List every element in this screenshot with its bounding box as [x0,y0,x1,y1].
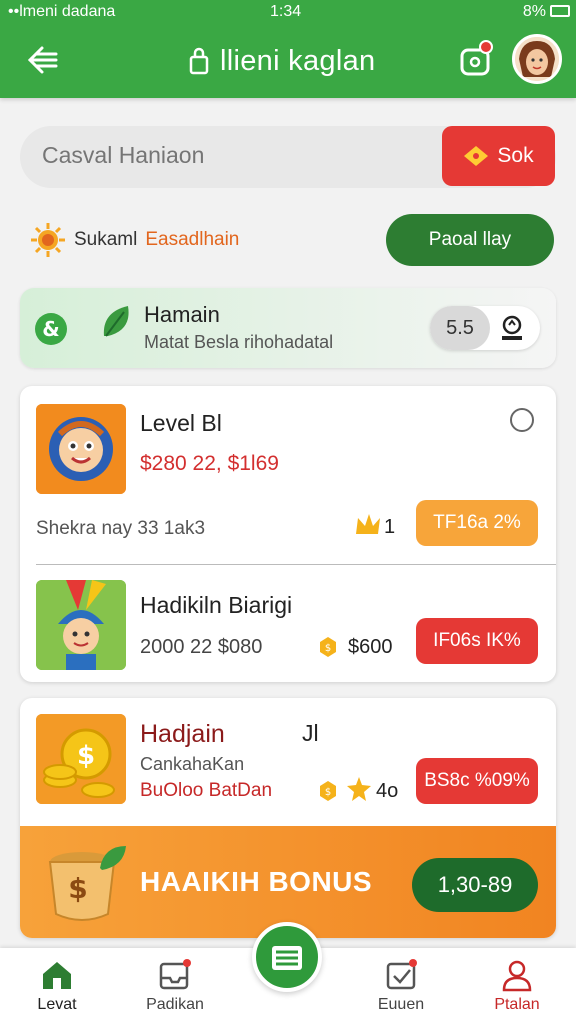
boy-character-icon [36,404,126,494]
wallet-icon [272,946,302,970]
discount-badge[interactable]: TF16a 2% [416,500,538,546]
game-amount: $600 [348,636,393,658]
inbox-icon [159,959,191,990]
coin-icon: $ [320,781,336,801]
game-list-card: Level Bl $280 22, $1l69 Shekra nay 33 1a… [20,386,556,682]
search-button-label: Sok [497,144,534,167]
crown-icon [356,514,380,534]
app-header: ••lmeni dadana 1:34 8% llieni kaglan [0,0,576,98]
nav-label: Padikan [146,996,204,1013]
page-title-wrap: llieni kaglan [188,44,375,78]
bonus-button[interactable]: 1,30-89 [412,858,538,912]
game-count: 1 [384,516,396,538]
back-button[interactable] [22,40,62,80]
spade-icon: & [35,313,67,345]
game-subtitle-highlight: BuOloo BatDan [140,780,273,801]
coins-icon: $ [36,714,126,804]
divider [36,564,556,565]
battery-label: 8% [522,3,546,20]
star-icon [347,777,371,801]
girl-character-icon [36,580,126,670]
featured-title: Hamain [144,302,220,327]
game-title: Level Bl [140,410,222,436]
discount-badge[interactable]: IF06s IK% [416,618,538,664]
promo-highlight: Easadlhain [145,229,240,250]
svg-text:&: & [42,317,59,341]
battery-icon [550,5,570,17]
coin-icon: $ [320,637,336,657]
nav-item-events[interactable]: Euuen [356,958,446,1014]
money-bag-icon: $ [48,846,126,921]
nav-label: Levat [37,996,77,1013]
game-thumbnail[interactable] [36,580,126,670]
avatar[interactable] [512,34,562,84]
game-title-suffix: Jl [302,720,319,746]
svg-text:$: $ [325,787,331,798]
nav-label: Euuen [377,996,425,1013]
nav-label: Ptalan [494,996,540,1013]
back-arrow-icon [27,46,58,74]
discount-badge[interactable]: BS8c %09% [416,758,538,804]
game-thumbnail[interactable] [36,404,126,494]
leaf-icon [103,306,129,337]
home-icon [43,962,71,989]
game-title: Hadjain [140,720,225,748]
clock: 1:34 [270,3,302,20]
promo-label: Sukaml [74,229,138,250]
rating-icon [496,312,528,344]
featured-subtitle: Matat Besla rihohadatal [144,332,334,352]
svg-text:$: $ [77,741,95,771]
user-avatar-icon [515,37,559,81]
page-title: llieni kaglan [220,44,376,77]
game-title: Hadikiln Biarigi [140,592,293,618]
status-bar: ••lmeni dadana 1:34 8% [0,0,576,26]
diamond-icon [464,146,489,166]
star-shield-icon [502,315,522,340]
search-input[interactable] [42,142,442,169]
game-price: $280 22, $1l69 [140,452,279,475]
sun-coin-icon [31,223,65,257]
carrier-label: ••lmeni dadana [8,3,116,20]
profile-icon [502,960,532,992]
bonus-label: HAAIKIH BONUS [140,866,373,897]
nav-center-button[interactable] [252,922,322,992]
search-button[interactable]: Sok [442,126,555,186]
game-thumbnail[interactable]: $ [36,714,126,804]
nav-item-home[interactable]: Levat [12,958,102,1014]
game-price: 2000 22 $080 [140,636,263,658]
svg-text:$: $ [68,872,87,905]
promo-row: Sukaml Easadlhain [30,222,239,258]
radio-button[interactable] [510,408,534,432]
play-button[interactable]: Paoal llay [386,214,554,266]
rating-value: 5.5 [430,306,490,350]
svg-text:$: $ [325,643,331,654]
lock-icon [189,47,209,75]
game-meta: Shekra nay 33 1ak3 [36,518,206,539]
notification-badge [479,40,493,54]
game-count: 4o [376,780,399,802]
calendar-icon [386,959,417,990]
game-subtitle: CankahaKan [140,754,245,774]
nav-item-profile[interactable]: Ptalan [472,958,562,1014]
nav-item-inbox[interactable]: Padikan [130,958,220,1014]
